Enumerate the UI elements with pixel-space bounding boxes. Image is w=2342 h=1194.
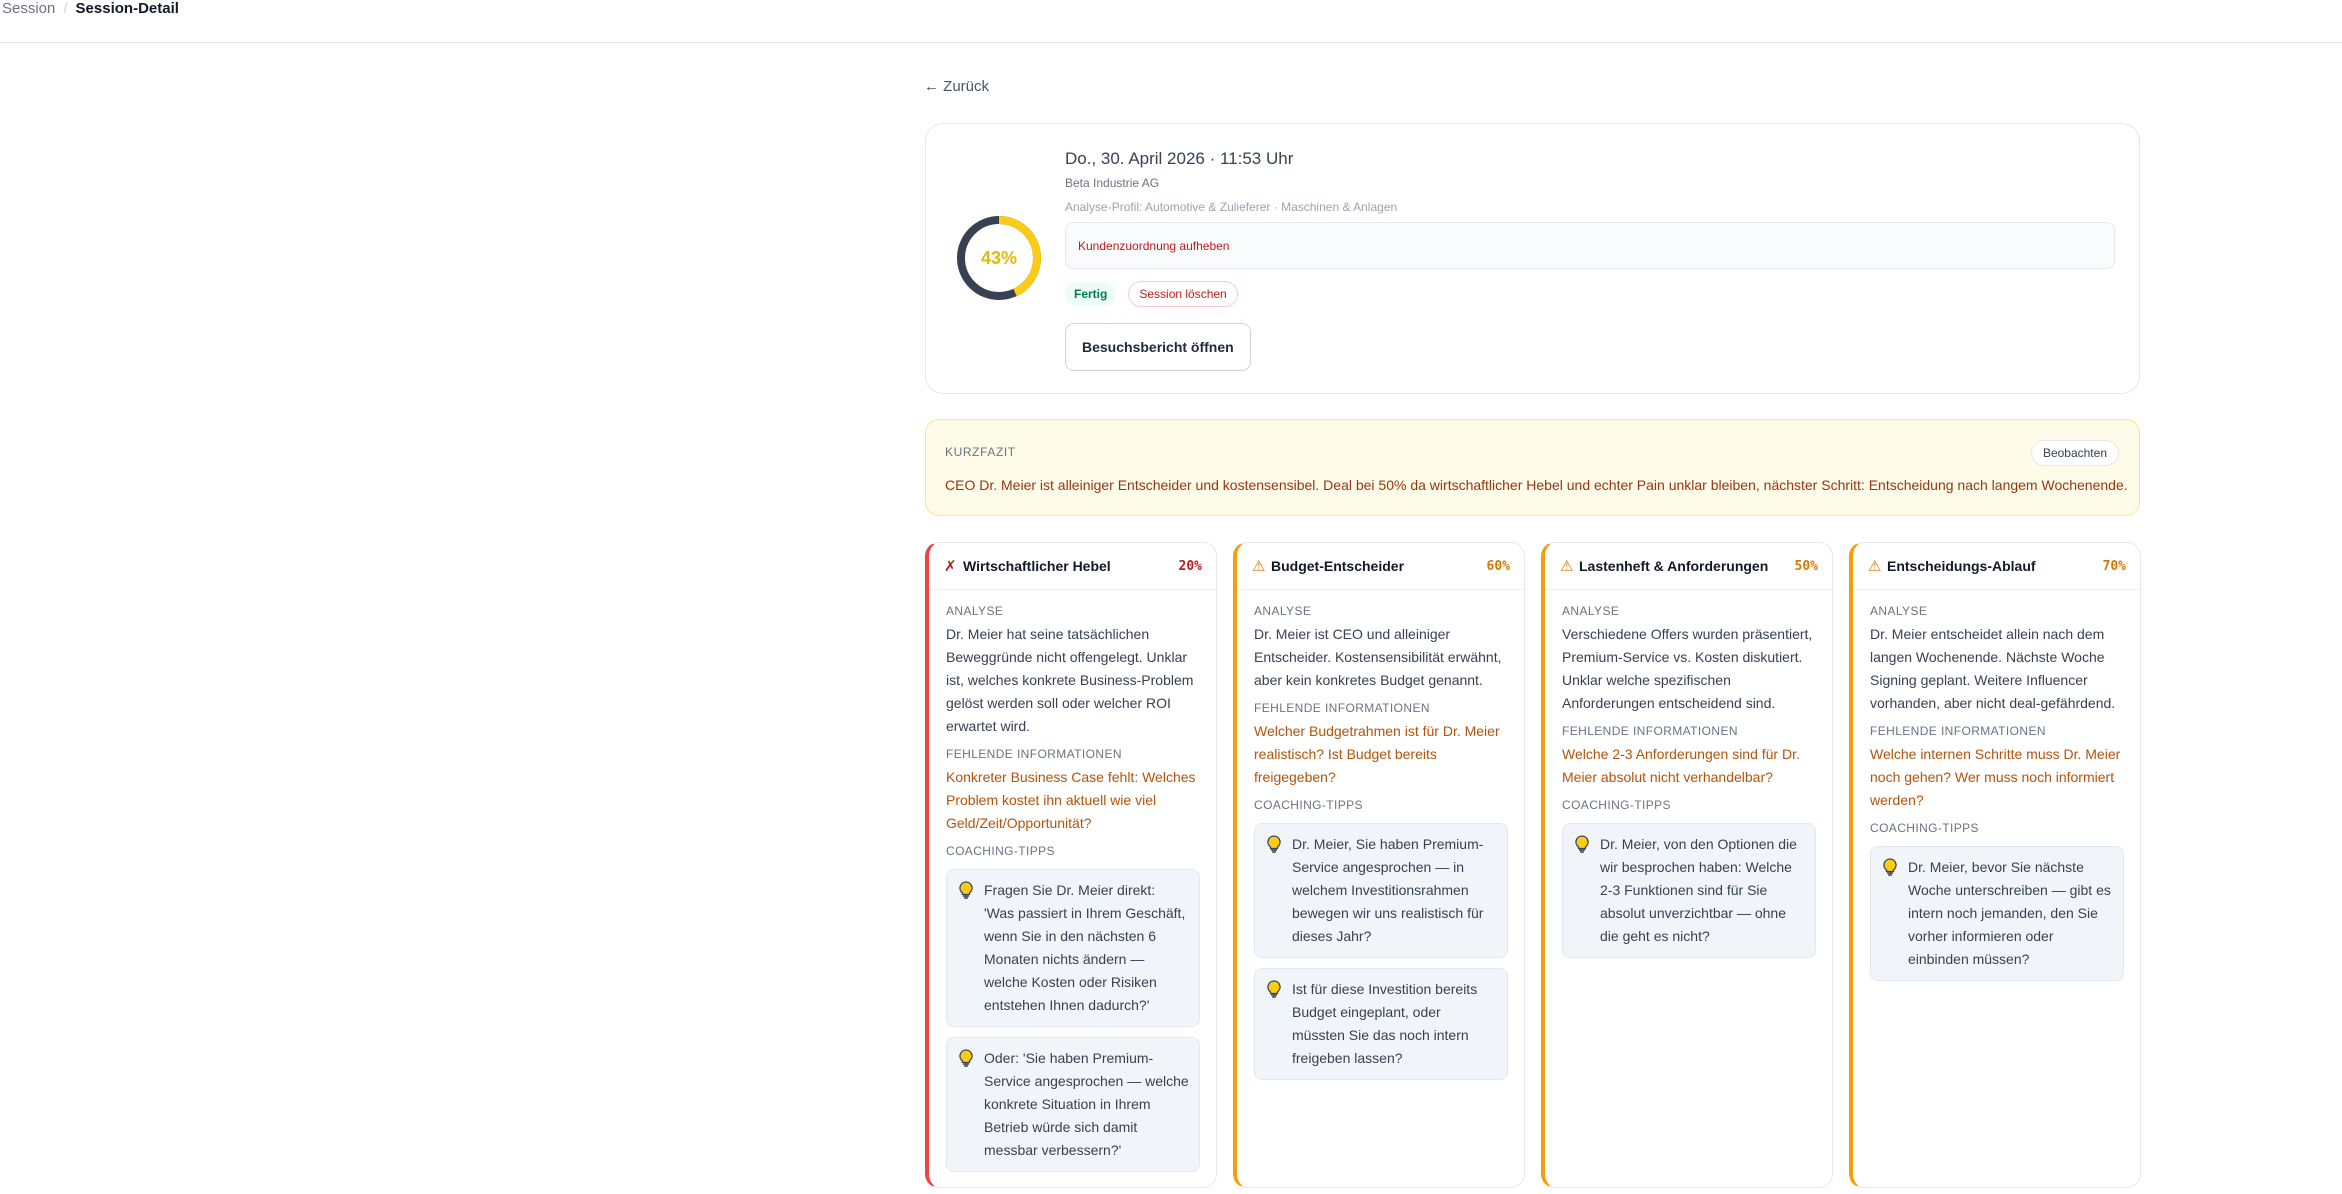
lightbulb-icon [1883,856,1899,971]
breadcrumb-session-link[interactable]: Session [2,0,55,18]
criterion-header: ⚠ Entscheidungs-Ablauf 70% [1853,543,2140,590]
lightbulb-icon [1267,833,1283,948]
summary-status-badge: Beobachten [2030,440,2119,466]
criterion-title: Lastenheft & Anforderungen [1579,558,1769,574]
missing-info-text: Konkreter Business Case fehlt: Welches P… [946,769,1196,831]
coaching-tip-text: Oder: 'Sie haben Premium-Service angespr… [984,1050,1189,1158]
coaching-tip-text: Dr. Meier, bevor Sie nächste Woche unter… [1908,859,2111,967]
missing-info-label: FEHLENDE INFORMATIONEN [1562,724,1738,738]
coaching-tip: Dr. Meier, von den Optionen die wir besp… [1562,823,1816,958]
analysis-label: ANALYSE [1562,604,1620,618]
analysis-text: Dr. Meier hat seine tatsächlichen Bewegg… [946,626,1194,734]
coaching-label: COACHING-TIPPS [1870,821,1979,835]
coaching-tip: Fragen Sie Dr. Meier direkt: 'Was passie… [946,869,1200,1027]
criterion-title: Wirtschaftlicher Hebel [963,558,1111,574]
missing-info-label: FEHLENDE INFORMATIONEN [946,747,1122,761]
summary-title: KURZFAZIT [945,445,1016,459]
open-report-button[interactable]: Besuchsbericht öffnen [1065,323,1251,371]
missing-info-text: Welche 2-3 Anforderungen sind für Dr. Me… [1562,746,1800,785]
analysis-text: Dr. Meier entscheidet allein nach dem la… [1870,626,2116,711]
warning-icon: ⚠ [1560,558,1574,575]
warning-icon: ⚠ [1252,558,1266,575]
score-label: 43% [980,247,1018,268]
criterion-title: Budget-Entscheider [1271,558,1405,574]
criterion-percent: 60% [1486,558,1510,574]
back-link[interactable]: ← Zurück [924,78,989,95]
lightbulb-icon [1267,978,1283,1070]
analysis-text: Verschiedene Offers wurden präsentiert, … [1562,626,1813,711]
coaching-label: COACHING-TIPPS [1254,798,1363,812]
warning-icon: ⚠ [1868,558,1882,575]
criterion-title: Entscheidungs-Ablauf [1887,558,2036,574]
analysis-profile: Analyse-Profil: Automotive & Zulieferer … [1065,200,1398,214]
top-bar: Session / Session-Detail [0,0,2342,43]
criterion-card-budget-decider: ⚠ Budget-Entscheider 60% ANALYSE Dr. Mei… [1233,542,1525,1188]
session-date: Do., 30. April 2026 · 11:53 Uhr [1065,149,1294,168]
cross-icon: ✗ [944,558,957,575]
delete-session-button[interactable]: Session löschen [1128,281,1238,307]
status-badge: Fertig [1065,282,1117,306]
lightbulb-icon [1575,833,1591,948]
coaching-tip: Oder: 'Sie haben Premium-Service angespr… [946,1037,1200,1172]
coaching-tip: Dr. Meier, bevor Sie nächste Woche unter… [1870,846,2124,981]
analysis-label: ANALYSE [1870,604,1928,618]
analysis-label: ANALYSE [1254,604,1312,618]
criterion-card-decision-process: ⚠ Entscheidungs-Ablauf 70% ANALYSE Dr. M… [1849,542,2141,1188]
breadcrumb-separator: / [63,0,68,17]
summary-card: KURZFAZIT Beobachten CEO Dr. Meier ist a… [925,419,2140,516]
coaching-tip: Ist für diese Investition bereits Budget… [1254,968,1508,1080]
breadcrumb: Session / Session-Detail [2,0,179,18]
coaching-tip-text: Fragen Sie Dr. Meier direkt: 'Was passie… [984,882,1186,1013]
coaching-tip: Dr. Meier, Sie haben Premium-Service ang… [1254,823,1508,958]
coaching-label: COACHING-TIPPS [1562,798,1671,812]
criterion-header: ✗ Wirtschaftlicher Hebel 20% [929,543,1216,590]
missing-info-label: FEHLENDE INFORMATIONEN [1870,724,2046,738]
criterion-card-economic-lever: ✗ Wirtschaftlicher Hebel 20% ANALYSE Dr.… [925,542,1217,1188]
summary-text: CEO Dr. Meier ist alleiniger Entscheider… [945,477,2128,493]
criterion-percent: 20% [1178,558,1202,574]
criterion-header: ⚠ Lastenheft & Anforderungen 50% [1545,543,1832,590]
breadcrumb-current: Session-Detail [75,0,179,17]
missing-info-text: Welche internen Schritte muss Dr. Meier … [1870,746,2121,808]
missing-info-label: FEHLENDE INFORMATIONEN [1254,701,1430,715]
session-customer: Beta Industrie AG [1065,176,1160,190]
coaching-tip-text: Ist für diese Investition bereits Budget… [1292,981,1478,1066]
session-info: Do., 30. April 2026 · 11:53 Uhr Beta Ind… [1065,149,2115,371]
criterion-header: ⚠ Budget-Entscheider 60% [1237,543,1524,590]
criterion-card-requirements: ⚠ Lastenheft & Anforderungen 50% ANALYSE… [1541,542,1833,1188]
unassign-customer-button[interactable]: Kundenzuordnung aufheben [1065,222,2115,269]
lightbulb-icon [959,879,975,1017]
criterion-percent: 70% [2102,558,2126,574]
analysis-text: Dr. Meier ist CEO und alleiniger Entsche… [1254,626,1502,688]
analysis-label: ANALYSE [946,604,1004,618]
criterion-percent: 50% [1794,558,1818,574]
lightbulb-icon [959,1047,975,1162]
coaching-tip-text: Dr. Meier, von den Optionen die wir besp… [1600,836,1797,944]
coaching-tip-text: Dr. Meier, Sie haben Premium-Service ang… [1292,836,1484,944]
coaching-label: COACHING-TIPPS [946,844,1055,858]
session-card: 43% Do., 30. April 2026 · 11:53 Uhr Beta… [925,123,2140,394]
status-row: Fertig Session löschen [1065,281,2115,307]
missing-info-text: Welcher Budgetrahmen ist für Dr. Meier r… [1254,723,1500,785]
